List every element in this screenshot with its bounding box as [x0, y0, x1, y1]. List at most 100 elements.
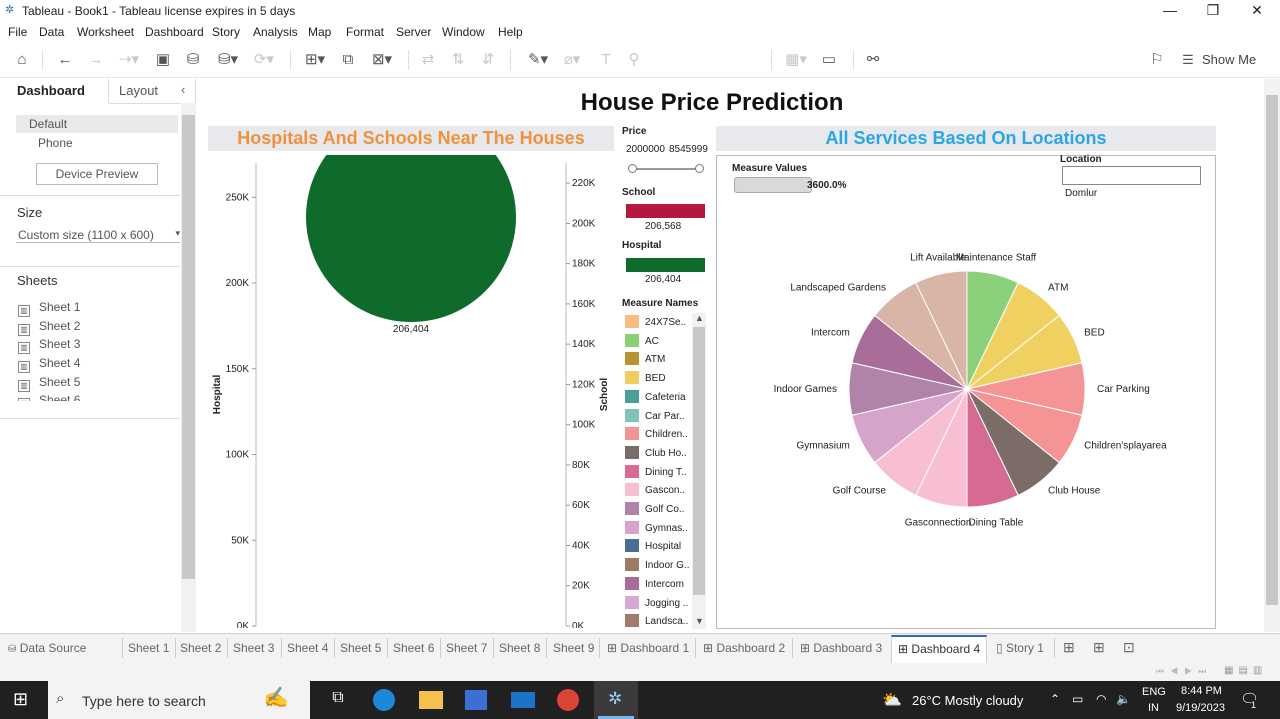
swap-icon[interactable]: ⇄: [418, 50, 438, 70]
file-explorer-icon[interactable]: [419, 691, 443, 709]
new-dashboard-tab-icon[interactable]: ⊞: [1093, 639, 1105, 656]
presentation-mode-icon[interactable]: ▭: [818, 50, 840, 70]
tab-navigation-icons[interactable]: ⏮◀▶⏭: [1156, 666, 1212, 677]
tab-sheet-7[interactable]: Sheet 7: [446, 641, 487, 655]
tab-data-source[interactable]: ⛁ Data Source: [8, 641, 86, 655]
new-story-tab-icon[interactable]: ⊡: [1123, 639, 1135, 656]
home-icon[interactable]: ⌂: [12, 50, 32, 70]
tab-dashboard-4[interactable]: ⊞ Dashboard 4: [891, 635, 988, 664]
show-cards-icon[interactable]: ▦▾: [780, 50, 812, 70]
tab-dashboard-3[interactable]: ⊞ Dashboard 3: [800, 641, 882, 655]
device-preview-button[interactable]: Device Preview: [36, 163, 158, 185]
menu-worksheet[interactable]: Worksheet: [77, 25, 134, 39]
side-panel-scroll-thumb[interactable]: [182, 115, 195, 579]
wifi-icon[interactable]: ◠: [1096, 692, 1106, 706]
menu-dashboard[interactable]: Dashboard: [145, 25, 204, 39]
device-default[interactable]: Default: [16, 115, 178, 133]
new-datasource-icon[interactable]: ⛁: [183, 50, 203, 70]
scroll-up-icon[interactable]: ▲: [695, 313, 704, 323]
tab-sheet-5[interactable]: Sheet 5: [340, 641, 381, 655]
chrome-browser-icon[interactable]: [557, 689, 579, 711]
tab-layout[interactable]: Layout: [119, 83, 158, 98]
taskbar-time[interactable]: 8:44 PM: [1181, 685, 1222, 697]
measure-names-legend-item[interactable]: Club Ho..: [625, 445, 687, 464]
language-primary[interactable]: ENG: [1142, 686, 1166, 698]
new-worksheet-tab-icon[interactable]: ⊞: [1063, 639, 1075, 656]
microsoft-store-icon[interactable]: [465, 690, 487, 710]
legend-scroll-thumb[interactable]: [693, 327, 705, 595]
show-me-icon[interactable]: ☰: [1180, 50, 1196, 70]
menu-window[interactable]: Window: [442, 25, 485, 39]
tab-sheet-1[interactable]: Sheet 1: [128, 641, 169, 655]
sort-asc-icon[interactable]: ⇅: [448, 50, 468, 70]
share-icon[interactable]: ⚯: [862, 50, 884, 70]
clear-sheet-icon[interactable]: ⊠▾: [365, 50, 399, 70]
task-view-icon[interactable]: ⧉: [326, 689, 350, 711]
tab-dashboard[interactable]: Dashboard: [17, 83, 85, 98]
menu-story[interactable]: Story: [212, 25, 240, 39]
measure-names-legend-item[interactable]: Gascon..: [625, 483, 685, 501]
measure-names-legend-item[interactable]: ATM: [625, 352, 665, 370]
tab-sheet-4[interactable]: Sheet 4: [287, 641, 328, 655]
menu-map[interactable]: Map: [308, 25, 331, 39]
menu-analysis[interactable]: Analysis: [253, 25, 298, 39]
legend-scrollbar[interactable]: ▲ ▼: [692, 313, 706, 629]
tab-sheet-6[interactable]: Sheet 6: [393, 641, 434, 655]
menu-server[interactable]: Server: [396, 25, 431, 39]
windows-start-icon[interactable]: ⊞: [13, 690, 28, 708]
view-toggle-icons[interactable]: ▦▤▥: [1224, 665, 1267, 676]
side-panel-scrollbar[interactable]: [181, 103, 196, 632]
sheet-list-item[interactable]: ▥ Sheet 4: [18, 356, 80, 374]
refresh-icon[interactable]: ⟳▾: [248, 50, 280, 70]
sort-desc-icon[interactable]: ⇵: [478, 50, 498, 70]
measure-names-legend-item[interactable]: Jogging ..: [625, 595, 688, 614]
measure-names-legend-item[interactable]: 24X7Se..: [625, 315, 686, 333]
edge-browser-icon[interactable]: [373, 689, 395, 711]
save-icon[interactable]: ▣: [153, 50, 173, 70]
datasource-options-icon[interactable]: ⛁▾: [212, 50, 244, 70]
measure-names-legend-item[interactable]: Children..: [625, 427, 688, 445]
price-min[interactable]: 2000000: [626, 144, 665, 155]
canvas-scroll-thumb[interactable]: [1266, 95, 1278, 605]
pin-panel-icon[interactable]: ⚐: [1146, 50, 1168, 70]
tab-sheet-9[interactable]: Sheet 9: [553, 641, 594, 655]
device-phone[interactable]: Phone: [38, 136, 73, 150]
measure-names-legend-item[interactable]: Hospital: [625, 539, 681, 557]
pin-icon[interactable]: ⚲: [624, 50, 644, 70]
chevron-up-icon[interactable]: ⌃: [1050, 692, 1060, 706]
measure-names-legend-item[interactable]: Car Par..: [625, 408, 684, 427]
tab-sheet-3[interactable]: Sheet 3: [233, 641, 274, 655]
sheet-list-item[interactable]: ▥ Sheet 3: [18, 337, 80, 355]
canvas-scrollbar[interactable]: [1264, 79, 1280, 632]
menu-help[interactable]: Help: [498, 25, 523, 39]
highlight-icon[interactable]: ✎▾: [524, 50, 552, 70]
sheet-list-item[interactable]: ▥ Sheet 5: [18, 375, 80, 393]
maximize-button[interactable]: ❐: [1193, 1, 1233, 21]
price-range-slider[interactable]: [628, 164, 704, 174]
tab-sheet-8[interactable]: Sheet 8: [499, 641, 540, 655]
minimize-button[interactable]: —: [1150, 1, 1190, 21]
menu-file[interactable]: File: [8, 25, 27, 39]
group-icon[interactable]: ⌀▾: [558, 50, 586, 70]
tab-sheet-2[interactable]: Sheet 2: [180, 641, 221, 655]
hospital-bubble[interactable]: [306, 155, 516, 323]
mail-icon[interactable]: [511, 692, 535, 708]
slider-max-handle[interactable]: [695, 164, 704, 173]
forward-icon[interactable]: →: [86, 50, 106, 70]
back-icon[interactable]: ←: [55, 50, 75, 70]
volume-icon[interactable]: 🔈: [1116, 692, 1131, 706]
sheet-list-item[interactable]: ▥ Sheet 6: [18, 393, 80, 401]
measure-names-legend-item[interactable]: Indoor G..: [625, 558, 689, 576]
measure-names-legend-item[interactable]: Intercom: [625, 576, 684, 595]
taskbar-date[interactable]: 9/19/2023: [1176, 702, 1225, 714]
duplicate-sheet-icon[interactable]: ⧉: [338, 50, 358, 70]
taskbar-search-box[interactable]: ⌕ Type here to search ✍: [48, 681, 310, 719]
battery-icon[interactable]: ▭: [1072, 692, 1083, 706]
measure-names-legend-item[interactable]: Cafeteria: [625, 389, 686, 408]
measure-names-legend-item[interactable]: BED: [625, 371, 666, 389]
location-filter-input[interactable]: [1062, 166, 1201, 185]
sheet-list-item[interactable]: ▥ Sheet 2: [18, 319, 80, 337]
tab-dashboard-2[interactable]: ⊞ Dashboard 2: [703, 641, 785, 655]
close-button[interactable]: ✕: [1237, 1, 1277, 21]
measure-names-legend-item[interactable]: AC: [625, 333, 659, 352]
